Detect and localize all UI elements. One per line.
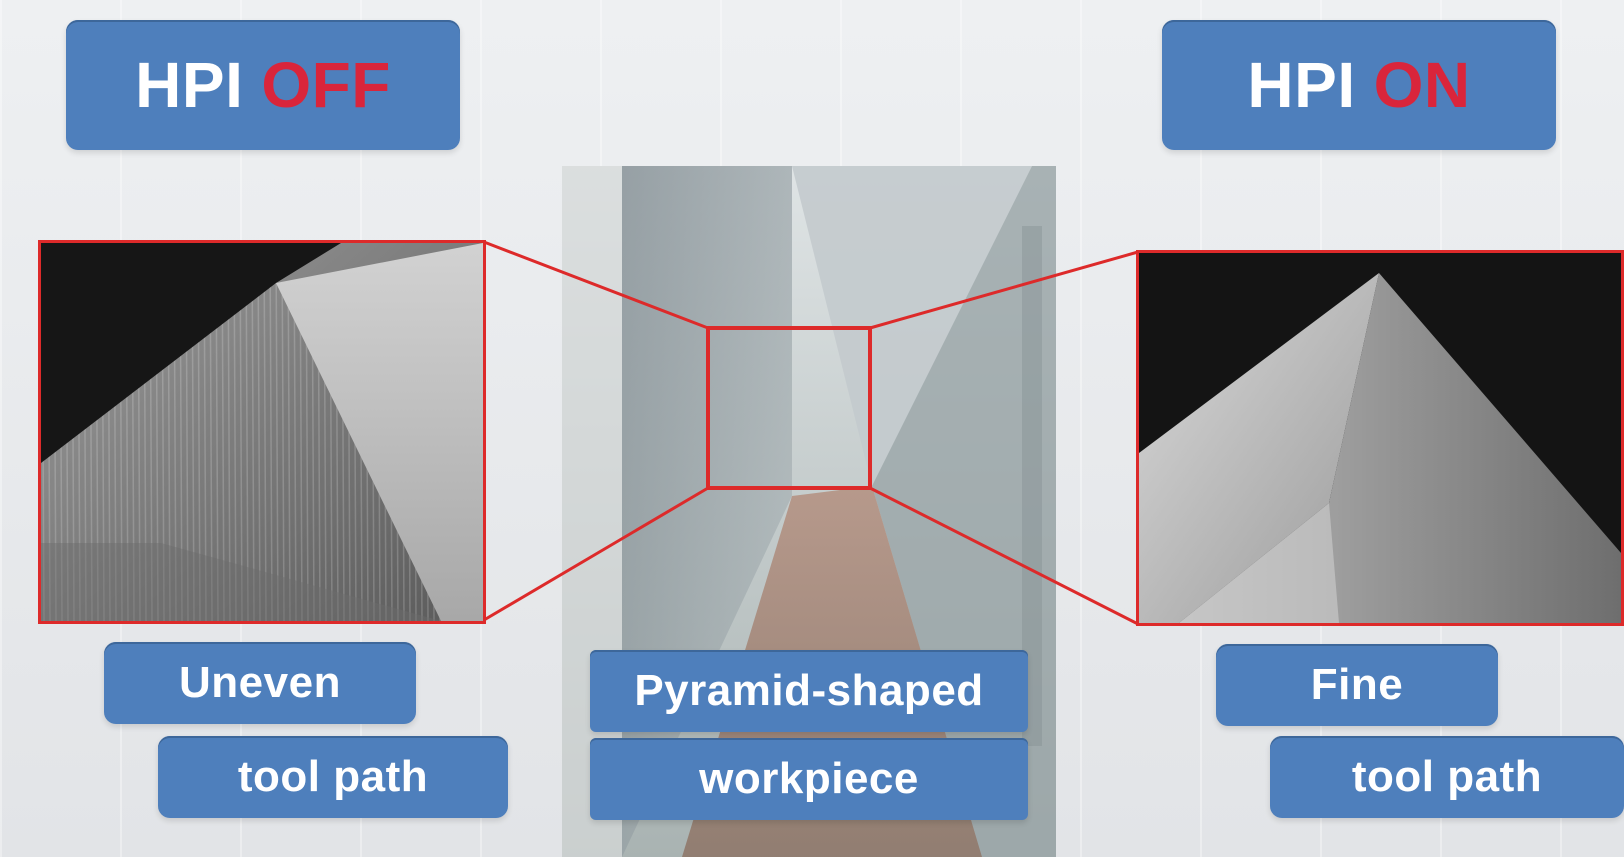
uneven-caption: Uneven [104, 642, 416, 724]
right-tool-path-caption: tool path [1270, 736, 1624, 818]
hpi-on-label: HPI ON [1162, 20, 1556, 150]
pyramid-caption: Pyramid-shaped [590, 650, 1028, 732]
fine-surface-illustration [1139, 253, 1621, 623]
hpi-on-text: HPI [1247, 49, 1356, 121]
workpiece-caption-text: workpiece [699, 754, 919, 803]
fine-caption-text: Fine [1310, 660, 1404, 709]
fine-caption: Fine [1216, 644, 1498, 726]
fine-surface-photo [1136, 250, 1624, 626]
hpi-off-label: HPI OFF [66, 20, 460, 150]
hpi-off-state: OFF [261, 49, 391, 121]
left-tool-path-caption: tool path [158, 736, 508, 818]
uneven-surface-illustration [41, 243, 483, 621]
uneven-caption-text: Uneven [179, 658, 341, 707]
left-tool-path-caption-text: tool path [237, 752, 429, 801]
pyramid-caption-text: Pyramid-shaped [634, 666, 984, 715]
hpi-off-text: HPI [135, 49, 244, 121]
uneven-surface-photo [38, 240, 486, 624]
workpiece-caption: workpiece [590, 738, 1028, 820]
comparison-figure: HPI OFF HPI ON Uneven tool path Pyramid-… [0, 0, 1624, 857]
right-tool-path-caption-text: tool path [1351, 752, 1543, 801]
hpi-on-state: ON [1373, 49, 1471, 121]
